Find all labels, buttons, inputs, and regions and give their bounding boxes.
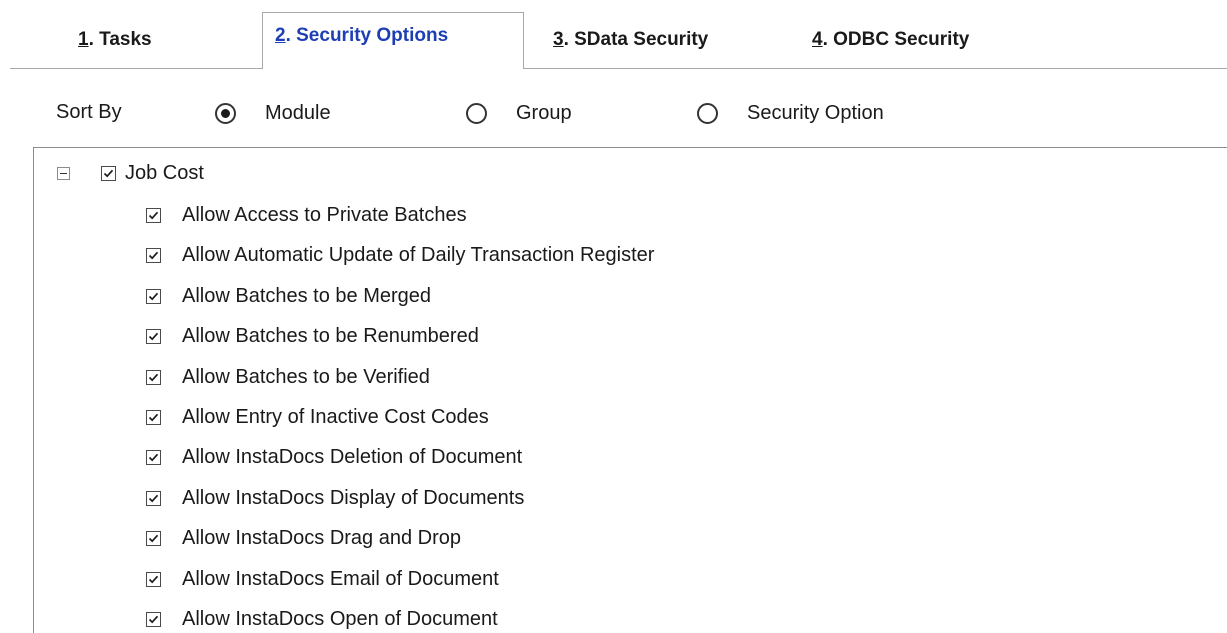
security-options-window: 1. Tasks 2. Security Options 3. SData Se… bbox=[0, 0, 1227, 633]
checkmark-icon bbox=[148, 292, 159, 301]
checkbox-option[interactable] bbox=[146, 531, 161, 546]
radio-group-label: Group bbox=[516, 101, 572, 124]
checkmark-icon bbox=[148, 332, 159, 341]
checkmark-icon bbox=[148, 373, 159, 382]
sort-by-label: Sort By bbox=[56, 101, 122, 123]
checkmark-icon bbox=[148, 251, 159, 260]
tab-divider bbox=[10, 68, 1227, 69]
tree-item-label[interactable]: Allow Batches to be Verified bbox=[182, 365, 430, 389]
radio-security-option-indicator[interactable] bbox=[697, 102, 718, 124]
radio-security-option-label: Security Option bbox=[747, 101, 884, 124]
tree-item-label[interactable]: Allow InstaDocs Display of Documents bbox=[182, 486, 524, 510]
checkmark-icon bbox=[148, 494, 159, 503]
tab-odbc-security-mnemonic: 4 bbox=[812, 29, 823, 50]
checkmark-icon bbox=[148, 413, 159, 422]
checkbox-option[interactable] bbox=[146, 491, 161, 506]
tree-item-label[interactable]: Allow InstaDocs Email of Document bbox=[182, 567, 499, 591]
tree-item-label[interactable]: Allow Entry of Inactive Cost Codes bbox=[182, 405, 489, 429]
tab-strip: 1. Tasks 2. Security Options 3. SData Se… bbox=[0, 0, 1227, 70]
radio-module-label: Module bbox=[265, 101, 331, 124]
checkbox-option[interactable] bbox=[146, 410, 161, 425]
tab-security-options-label: . Security Options bbox=[285, 25, 449, 46]
tree-item-label[interactable]: Allow Automatic Update of Daily Transact… bbox=[182, 243, 654, 267]
tree-item-label[interactable]: Allow Access to Private Batches bbox=[182, 203, 467, 227]
checkmark-icon bbox=[148, 615, 159, 624]
checkbox-option[interactable] bbox=[146, 612, 161, 627]
collapse-icon[interactable] bbox=[57, 167, 70, 180]
checkmark-icon bbox=[148, 211, 159, 220]
radio-module[interactable]: Module bbox=[215, 99, 331, 127]
tab-tasks-mnemonic: 1 bbox=[78, 29, 89, 50]
checkbox-option[interactable] bbox=[146, 248, 161, 263]
tree-item-label[interactable]: Allow Batches to be Renumbered bbox=[182, 324, 479, 348]
checkbox-option[interactable] bbox=[146, 572, 161, 587]
tab-sdata-security-label: . SData Security bbox=[563, 29, 709, 50]
radio-group[interactable]: Group bbox=[466, 99, 572, 127]
checkbox-option[interactable] bbox=[146, 450, 161, 465]
checkmark-icon bbox=[148, 575, 159, 584]
checkmark-icon bbox=[103, 169, 114, 178]
checkmark-icon bbox=[148, 534, 159, 543]
checkmark-icon bbox=[148, 453, 159, 462]
tab-tasks[interactable]: 1. Tasks bbox=[78, 29, 152, 55]
tree-item-label[interactable]: Allow InstaDocs Drag and Drop bbox=[182, 526, 461, 550]
tree-item-label[interactable]: Allow InstaDocs Open of Document bbox=[182, 607, 498, 631]
tab-odbc-security[interactable]: 4. ODBC Security bbox=[812, 29, 969, 55]
checkbox-option[interactable] bbox=[146, 208, 161, 223]
tab-sdata-security-mnemonic: 3 bbox=[553, 29, 564, 50]
checkbox-option[interactable] bbox=[146, 289, 161, 304]
tab-security-options-mnemonic: 2 bbox=[275, 25, 286, 46]
tree-item-label[interactable]: Allow Batches to be Merged bbox=[182, 284, 431, 308]
checkbox-option[interactable] bbox=[146, 329, 161, 344]
tab-sdata-security[interactable]: 3. SData Security bbox=[553, 29, 708, 55]
checkbox-option[interactable] bbox=[146, 370, 161, 385]
tree-item-label[interactable]: Allow InstaDocs Deletion of Document bbox=[182, 445, 522, 469]
checkbox-job-cost[interactable] bbox=[101, 166, 116, 181]
tab-odbc-security-label: . ODBC Security bbox=[822, 29, 970, 50]
tree-root-label[interactable]: Job Cost bbox=[125, 161, 204, 185]
radio-security-option[interactable]: Security Option bbox=[697, 99, 884, 127]
radio-module-indicator[interactable] bbox=[215, 102, 236, 124]
tab-tasks-label: . Tasks bbox=[88, 29, 152, 50]
radio-group-indicator[interactable] bbox=[466, 102, 487, 124]
tab-security-options[interactable]: 2. Security Options bbox=[262, 12, 524, 69]
